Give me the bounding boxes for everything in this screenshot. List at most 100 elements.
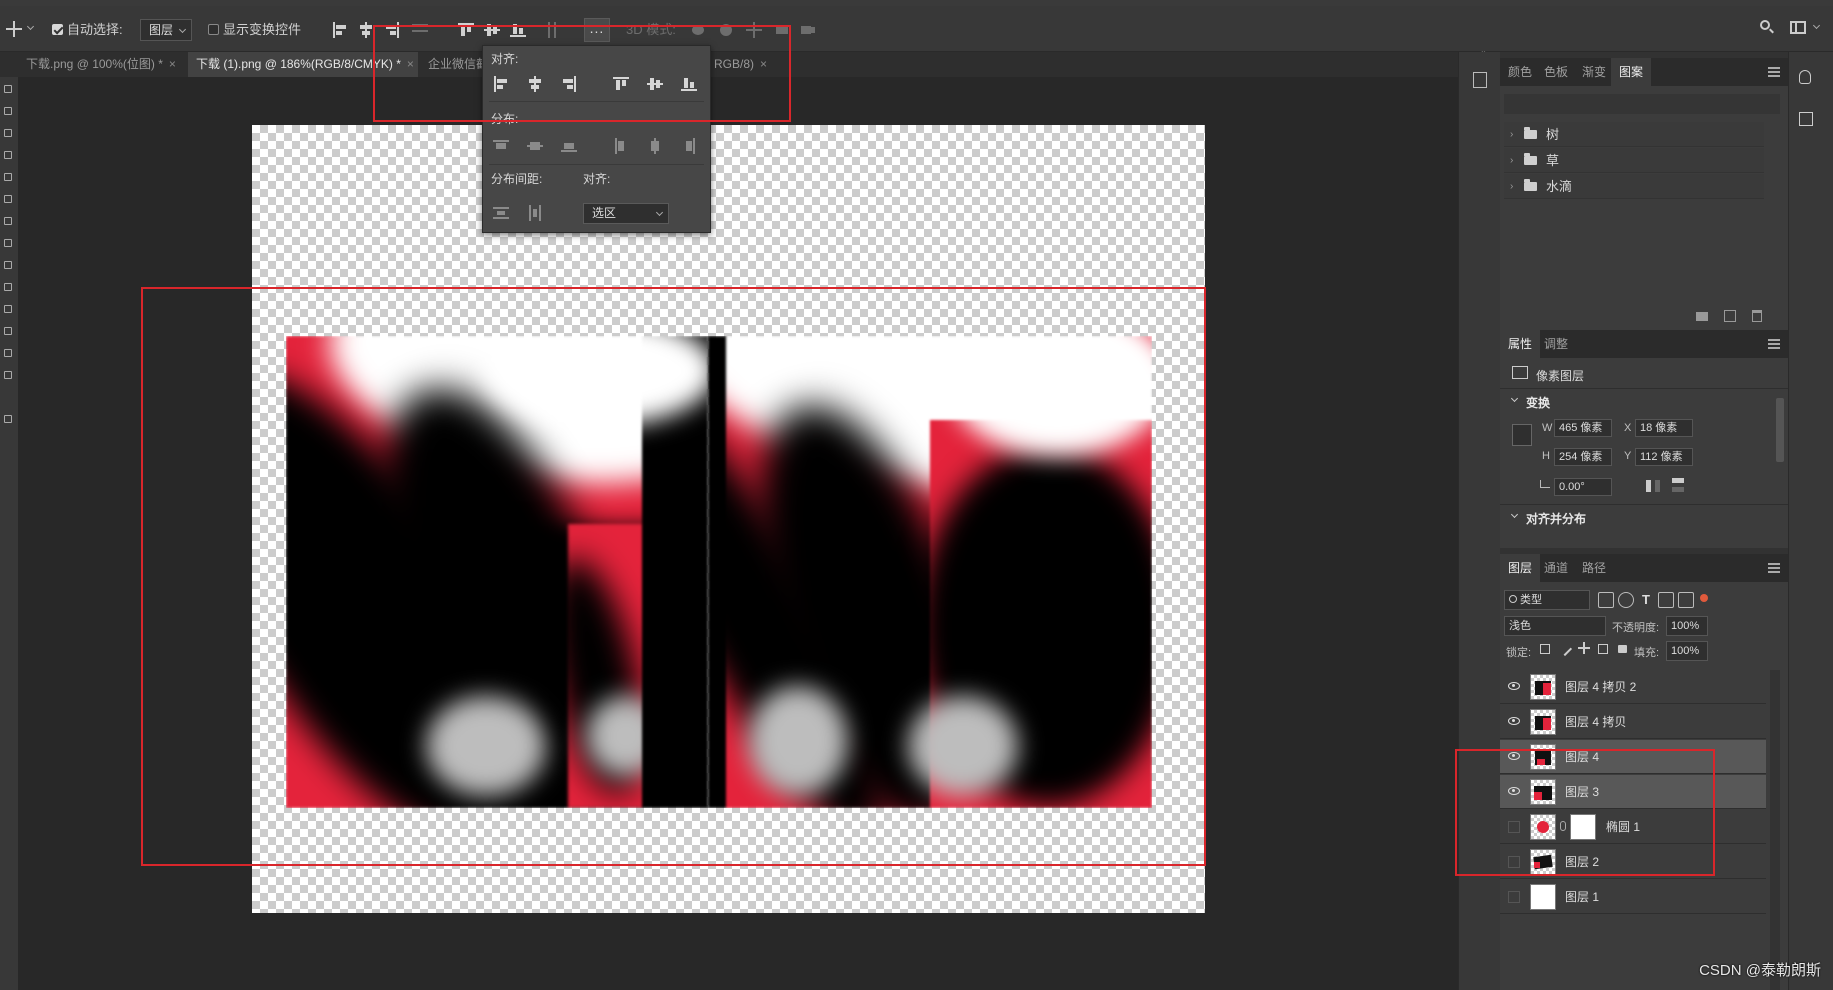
align-bottom-edges-icon[interactable] xyxy=(681,76,697,92)
more-align-options-button[interactable]: ... xyxy=(584,18,610,42)
panel-menu-icon[interactable] xyxy=(1768,563,1780,573)
distribute-horizontal-spacing-icon[interactable] xyxy=(527,205,543,221)
layer-row[interactable]: 图层 4 拷贝 xyxy=(1500,705,1766,739)
brush-tool-icon[interactable] xyxy=(4,195,12,203)
pattern-search-bar[interactable] xyxy=(1504,94,1780,114)
layer-row[interactable]: 图层 1 xyxy=(1500,880,1766,914)
eraser-tool-icon[interactable] xyxy=(4,261,12,269)
panel-menu-icon[interactable] xyxy=(1768,339,1780,349)
distribute-right-edges-icon[interactable] xyxy=(681,138,697,154)
visibility-off-box[interactable] xyxy=(1508,821,1520,833)
pen-tool-icon[interactable] xyxy=(4,349,12,357)
trash-icon[interactable] xyxy=(1752,310,1762,322)
filter-pixel-icon[interactable] xyxy=(1598,592,1614,608)
align-to-dropdown[interactable]: 选区 xyxy=(583,203,669,224)
chevron-right-icon[interactable]: › xyxy=(1510,148,1513,173)
tab-color[interactable]: 颜色 xyxy=(1500,58,1540,86)
layer-row-selected[interactable]: 图层 4 xyxy=(1500,740,1766,774)
show-transform-checkbox[interactable]: 显示变换控件 xyxy=(208,21,301,39)
3d-rotate-icon[interactable] xyxy=(690,22,706,38)
y-field[interactable]: 112 像素 xyxy=(1635,448,1693,466)
stamp-tool-icon[interactable] xyxy=(4,217,12,225)
chevron-right-icon[interactable]: › xyxy=(1510,122,1513,147)
flip-horizontal-icon[interactable] xyxy=(1646,480,1660,492)
blur-tool-icon[interactable] xyxy=(4,305,12,313)
layer-row[interactable]: 图层 2 xyxy=(1500,845,1766,879)
layer-filter-kind-dropdown[interactable]: 类型 xyxy=(1504,590,1590,610)
align-vertical-centers-icon[interactable] xyxy=(484,22,500,38)
tab-patterns[interactable]: 图案 xyxy=(1611,58,1652,86)
3d-camera-icon[interactable] xyxy=(800,22,816,38)
dodge-tool-icon[interactable] xyxy=(4,327,12,335)
properties-scrollbar[interactable] xyxy=(1776,398,1784,462)
distribute-vertical-spacing-icon[interactable] xyxy=(493,205,509,221)
crop-tool-icon[interactable] xyxy=(4,129,12,137)
tab-properties[interactable]: 属性 xyxy=(1500,330,1541,358)
distribute-vertical-icon[interactable] xyxy=(412,22,428,38)
align-right-edges-icon[interactable] xyxy=(384,22,400,38)
history-brush-tool-icon[interactable] xyxy=(4,239,12,247)
new-pattern-icon[interactable] xyxy=(1724,310,1736,322)
checkbox-icon[interactable] xyxy=(208,24,219,35)
align-top-edges-icon[interactable] xyxy=(458,22,474,38)
height-field[interactable]: 254 像素 xyxy=(1554,448,1612,466)
type-tool-icon[interactable] xyxy=(4,371,12,379)
move-tool-icon[interactable] xyxy=(6,21,22,37)
tab-layers[interactable]: 图层 xyxy=(1500,554,1541,582)
visibility-eye-icon[interactable] xyxy=(1508,682,1520,690)
filter-adjustment-icon[interactable] xyxy=(1618,592,1634,608)
tab-paths[interactable]: 路径 xyxy=(1574,554,1614,582)
auto-select-target-dropdown[interactable]: 图层 xyxy=(140,19,192,41)
tab-gradients[interactable]: 渐变 xyxy=(1574,58,1614,86)
search-icon[interactable] xyxy=(1760,20,1774,34)
visibility-off-box[interactable] xyxy=(1508,856,1520,868)
layers-scrollbar[interactable] xyxy=(1770,670,1780,990)
distribute-top-edges-icon[interactable] xyxy=(493,138,509,154)
eyedropper-tool-icon[interactable] xyxy=(4,151,12,159)
align-right-edges-icon[interactable] xyxy=(561,76,577,92)
visibility-off-box[interactable] xyxy=(1508,891,1520,903)
pattern-folder[interactable]: › 水滴 xyxy=(1504,174,1764,199)
tab-adjustments[interactable]: 调整 xyxy=(1536,330,1576,358)
document-tab[interactable]: 企业微信截 xyxy=(420,52,486,77)
libraries-icon[interactable] xyxy=(1799,112,1813,126)
healing-tool-icon[interactable] xyxy=(4,173,12,181)
document-tab-active[interactable]: 下载 (1).png @ 186%(RGB/8/CMYK) * × xyxy=(188,52,418,77)
marquee-tool-icon[interactable] xyxy=(4,85,12,93)
blend-mode-dropdown[interactable]: 浅色 xyxy=(1504,616,1606,636)
layer-row[interactable]: 椭圆 1 xyxy=(1500,810,1766,844)
distribute-horizontal-icon[interactable] xyxy=(546,22,562,38)
layer-row-selected[interactable]: 图层 3 xyxy=(1500,775,1766,809)
lasso-tool-icon[interactable] xyxy=(4,107,12,115)
align-top-edges-icon[interactable] xyxy=(613,76,629,92)
rectangle-tool-icon[interactable] xyxy=(4,415,12,423)
align-horizontal-centers-icon[interactable] xyxy=(358,22,374,38)
3d-slide-icon[interactable] xyxy=(774,22,790,38)
chevron-down-icon[interactable] xyxy=(1510,510,1519,519)
chevron-down-icon[interactable] xyxy=(1812,21,1821,30)
3d-drag-icon[interactable] xyxy=(746,22,762,38)
angle-field[interactable]: 0.00° xyxy=(1554,478,1612,496)
layer-mask-thumbnail[interactable] xyxy=(1570,814,1596,840)
gradient-tool-icon[interactable] xyxy=(4,283,12,291)
chain-link-icon[interactable] xyxy=(1560,821,1566,831)
chevron-down-icon[interactable] xyxy=(26,22,35,31)
distribute-left-edges-icon[interactable] xyxy=(613,138,629,154)
width-field[interactable]: 465 像素 xyxy=(1554,419,1612,437)
visibility-eye-icon[interactable] xyxy=(1508,752,1520,760)
layer-artwork[interactable] xyxy=(286,336,1152,808)
new-group-icon[interactable] xyxy=(1696,312,1708,321)
align-vertical-centers-icon[interactable] xyxy=(647,76,663,92)
chevron-right-icon[interactable]: › xyxy=(1510,174,1513,199)
close-icon[interactable]: × xyxy=(760,57,767,71)
document-tab[interactable]: 下载.png @ 100%(位图) * × xyxy=(18,52,180,77)
x-field[interactable]: 18 像素 xyxy=(1635,419,1693,437)
align-bottom-edges-icon[interactable] xyxy=(510,22,526,38)
chevron-down-icon[interactable] xyxy=(1510,394,1519,403)
filter-type-icon[interactable]: T xyxy=(1638,592,1654,608)
flip-vertical-icon[interactable] xyxy=(1672,478,1684,492)
distribute-bottom-edges-icon[interactable] xyxy=(561,138,577,154)
auto-select-checkbox[interactable]: 自动选择: xyxy=(52,21,123,39)
filter-smart-object-icon[interactable] xyxy=(1678,592,1694,608)
close-icon[interactable]: × xyxy=(407,57,414,71)
